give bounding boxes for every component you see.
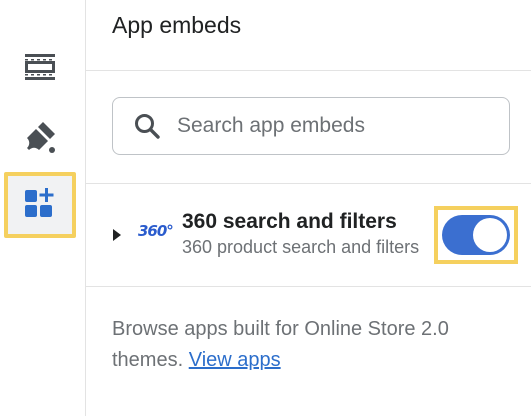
caret-right-icon[interactable]: [110, 226, 124, 244]
embed-description: 360 product search and filters: [182, 237, 420, 257]
view-apps-link[interactable]: View apps: [189, 349, 281, 371]
embed-name: 360 search and filters: [182, 210, 397, 233]
search-input[interactable]: [177, 114, 477, 138]
paintbrush-icon: [23, 120, 57, 159]
divider: [86, 70, 531, 71]
theme-editor: App embeds 360° 360 search and filters 3…: [0, 0, 531, 416]
left-rail: [0, 0, 86, 416]
toggle-knob: [473, 218, 507, 252]
divider: [86, 286, 531, 287]
sections-icon: [24, 53, 56, 86]
toggle-highlight: [434, 206, 518, 264]
search-icon: [133, 112, 161, 140]
panel-title: App embeds: [112, 12, 242, 38]
theme-settings-button[interactable]: [4, 106, 76, 172]
app-embeds-button[interactable]: [4, 172, 76, 238]
embed-toggle[interactable]: [442, 215, 510, 255]
sections-button[interactable]: [4, 36, 76, 102]
app-logo: 360°: [138, 222, 174, 240]
embed-item: 360° 360 search and filters 360 product …: [86, 184, 531, 286]
browse-apps-text: Browse apps built for Online Store 2.0 t…: [112, 314, 522, 376]
search-box[interactable]: [112, 97, 510, 155]
app-embeds-panel: App embeds 360° 360 search and filters 3…: [86, 0, 531, 416]
app-embeds-icon: [24, 187, 56, 224]
